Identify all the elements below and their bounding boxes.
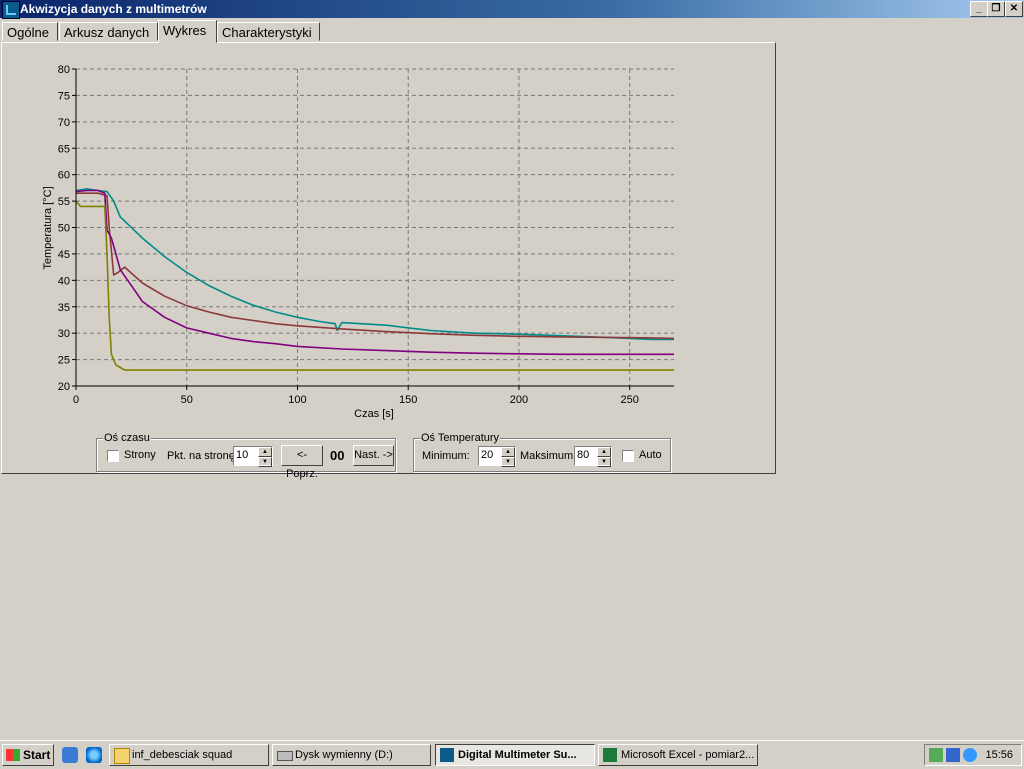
spin-down-icon[interactable]: ▼ — [597, 457, 611, 467]
title-bar[interactable]: Akwizycja danych z multimetrów _ ❐ ✕ — [0, 0, 1024, 19]
x-tick-label: 250 — [621, 394, 639, 406]
chart-panel: 20 25 30 35 40 45 50 55 60 65 70 75 80 0 50 100 150 200 25… — [1, 42, 776, 480]
spin-down-icon[interactable]: ▼ — [501, 457, 515, 467]
time-axis-group: Oś czasu Strony Pkt. na stronę 10 ▲ ▼ <-P… — [96, 432, 396, 480]
folder-icon — [114, 748, 130, 764]
y-tick-label: 35 — [58, 302, 70, 314]
task-label: Microsoft Excel - pomiar2... — [621, 749, 755, 761]
pages-label: Strony — [124, 449, 156, 461]
task-label: Digital Multimeter Su... — [458, 749, 577, 761]
y-tick-label: 65 — [58, 143, 70, 155]
clock: 15:56 — [985, 749, 1013, 761]
y-tick-label: 40 — [58, 275, 70, 287]
quick-launch-desktop-icon[interactable] — [62, 747, 78, 763]
x-tick-label: 0 — [73, 394, 79, 406]
spin-up-icon[interactable]: ▲ — [597, 447, 611, 457]
temperature-chart: 20 25 30 35 40 45 50 55 60 65 70 75 80 0 50 100 150 200 25… — [42, 64, 675, 420]
start-button[interactable]: Start — [2, 744, 54, 766]
min-spinner[interactable]: 20 ▲ ▼ — [478, 446, 516, 467]
y-tick-label: 25 — [58, 355, 70, 367]
series-line-3 — [75, 189, 674, 356]
y-tick-label: 70 — [58, 117, 70, 129]
multimeter-app-icon — [440, 748, 454, 762]
min-value: 20 — [481, 449, 494, 461]
y-tick-label: 80 — [58, 64, 70, 76]
y-axis-label: Temperatura [°C] — [42, 186, 54, 269]
spin-down-icon[interactable]: ▼ — [258, 457, 272, 467]
network-icon[interactable] — [946, 748, 960, 762]
app-icon[interactable] — [2, 1, 20, 19]
spin-up-icon[interactable]: ▲ — [501, 447, 515, 457]
tray-app-icon[interactable] — [929, 748, 943, 762]
next-page-button[interactable]: Nast. -> — [353, 445, 394, 466]
spin-up-icon[interactable]: ▲ — [258, 447, 272, 457]
points-per-page-value: 10 — [236, 449, 249, 461]
task-label: Dysk wymienny (D:) — [295, 749, 393, 761]
y-tick-label: 30 — [58, 328, 70, 340]
window-title: Akwizycja danych z multimetrów — [20, 2, 207, 16]
temperature-axis-group-title: Oś Temperatury — [420, 432, 501, 444]
series-line-4 — [75, 200, 674, 371]
min-label: Minimum: — [422, 450, 470, 462]
tab-ogolne[interactable]: Ogólne — [2, 22, 58, 41]
points-per-page-spinner[interactable]: 10 ▲ ▼ — [233, 446, 273, 467]
task-label: inf_debesciak squad — [132, 749, 233, 761]
y-tick-label: 60 — [58, 170, 70, 182]
chart-series — [75, 188, 675, 371]
start-label: Start — [23, 748, 51, 762]
x-tick-label: 200 — [510, 394, 528, 406]
prev-page-button[interactable]: <-Poprz. — [281, 445, 323, 480]
y-tick-label: 50 — [58, 223, 70, 235]
restore-button[interactable]: ❐ — [987, 1, 1005, 17]
tab-arkusz-danych[interactable]: Arkusz danych — [59, 22, 158, 41]
task-excel[interactable]: Microsoft Excel - pomiar2... — [598, 744, 758, 766]
drive-icon — [277, 751, 293, 761]
excel-icon — [603, 748, 617, 762]
pages-checkbox[interactable] — [107, 450, 119, 462]
system-tray: 15:56 — [924, 744, 1022, 766]
chart-grid — [76, 68, 674, 386]
y-tick-label: 45 — [58, 249, 70, 261]
auto-checkbox[interactable] — [622, 450, 634, 462]
info-icon[interactable] — [963, 748, 977, 762]
tab-wykres[interactable]: Wykres — [158, 20, 217, 43]
series-line-2 — [76, 192, 675, 340]
max-label: Maksimum: — [520, 450, 577, 462]
tab-charakterystyki[interactable]: Charakterystyki — [217, 22, 320, 41]
minimize-button[interactable]: _ — [970, 1, 988, 17]
task-folder[interactable]: inf_debesciak squad — [109, 744, 269, 766]
max-spinner[interactable]: 80 ▲ ▼ — [574, 446, 612, 467]
windows-flag-icon — [6, 749, 20, 761]
x-tick-label: 50 — [181, 394, 193, 406]
page-counter: 00 — [330, 448, 345, 463]
series-line-1 — [75, 188, 674, 341]
close-button[interactable]: ✕ — [1005, 1, 1023, 17]
auto-label: Auto — [639, 449, 662, 461]
x-tick-label: 150 — [399, 394, 417, 406]
x-axis-label: Czas [s] — [354, 408, 394, 420]
max-value: 80 — [577, 449, 590, 461]
y-tick-label: 75 — [58, 90, 70, 102]
task-digital-multimeter[interactable]: Digital Multimeter Su... — [435, 744, 595, 766]
y-tick-label: 20 — [58, 381, 70, 393]
internet-explorer-icon[interactable] — [86, 747, 102, 763]
temperature-axis-group: Oś Temperatury Minimum: 20 ▲ ▼ Maksimum: … — [413, 432, 671, 472]
task-removable-disk[interactable]: Dysk wymienny (D:) — [272, 744, 431, 766]
y-tick-label: 55 — [58, 196, 70, 208]
taskbar: Start inf_debesciak squad Dysk wymienny … — [0, 740, 1024, 769]
points-per-page-label: Pkt. na stronę — [167, 450, 235, 462]
time-axis-group-title: Oś czasu — [103, 432, 151, 444]
x-tick-label: 100 — [288, 394, 306, 406]
